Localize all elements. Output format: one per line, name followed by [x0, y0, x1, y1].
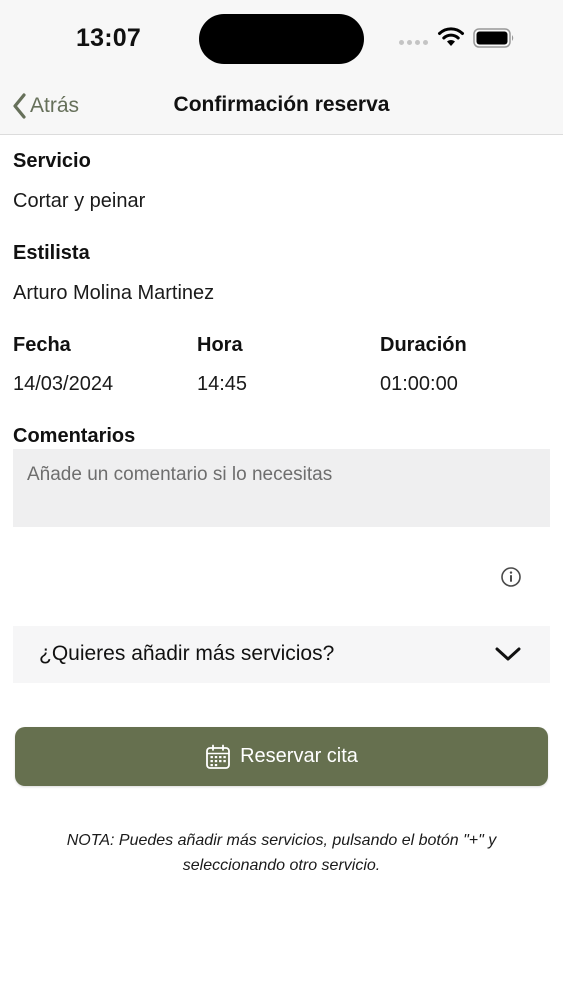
book-appointment-button[interactable]: Reservar cita [15, 727, 548, 786]
chevron-down-icon [495, 647, 521, 661]
service-value: Cortar y peinar [13, 190, 146, 212]
battery-icon [473, 28, 514, 48]
comments-label: Comentarios [13, 425, 136, 447]
info-icon[interactable] [500, 566, 522, 588]
status-bar: 13:07 [0, 0, 563, 78]
more-services-label: ¿Quieres añadir más servicios? [39, 642, 335, 665]
calendar-icon [206, 744, 230, 769]
date-value: 14/03/2024 [13, 373, 114, 395]
comments-input[interactable] [13, 449, 550, 527]
time-value: 14:45 [197, 373, 248, 395]
stylist-value: Arturo Molina Martinez [13, 282, 215, 304]
status-time: 13:07 [76, 24, 141, 52]
stylist-label: Estilista [13, 242, 90, 264]
navigation-bar: Atrás Confirmación reserva [0, 78, 563, 135]
duration-label: Duración [380, 334, 467, 356]
service-label: Servicio [13, 150, 91, 172]
page-title: Confirmación reserva [173, 93, 390, 116]
dynamic-island [199, 14, 364, 64]
date-label: Fecha [13, 334, 71, 356]
duration-value: 01:00:00 [380, 373, 458, 395]
more-services-dropdown[interactable]: ¿Quieres añadir más servicios? [13, 626, 550, 683]
time-label: Hora [197, 334, 243, 356]
note-text: NOTA: Puedes añadir más servicios, pulsa… [66, 832, 497, 874]
signal-icon [399, 40, 429, 46]
wifi-icon [438, 27, 464, 46]
book-button-label: Reservar cita [240, 745, 358, 767]
